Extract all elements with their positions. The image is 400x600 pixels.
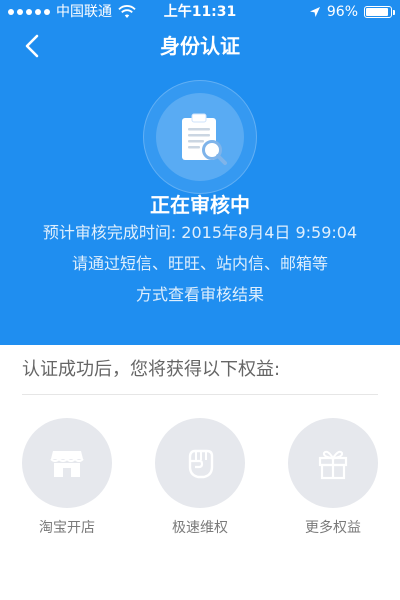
status-right: 96%: [309, 0, 395, 24]
fist-icon: [188, 449, 214, 479]
page: 中国联通 上午11:31 96% 身份认证 正在审核中 预计审核完成时间: 20…: [0, 0, 400, 600]
location-arrow-icon: [309, 7, 320, 17]
gift-icon: [318, 450, 348, 480]
benefit-label: 极速维权: [172, 520, 228, 536]
header-area: 中国联通 上午11:31 96% 身份认证 正在审核中 预计审核完成时间: 20…: [0, 0, 400, 345]
benefit-circle: [22, 418, 112, 508]
benefit-more[interactable]: 更多权益: [278, 418, 388, 548]
benefit-label: 淘宝开店: [39, 520, 95, 536]
benefit-fast-rights[interactable]: 极速维权: [145, 418, 255, 548]
review-illustration: [143, 80, 257, 194]
clipboard-search-icon: [182, 113, 227, 165]
battery-level: [366, 8, 389, 16]
nav-bar: 身份认证: [0, 24, 400, 68]
benefit-circle: [288, 418, 378, 508]
battery-percent: 96%: [326, 4, 358, 20]
benefit-label: 更多权益: [305, 520, 361, 536]
benefits-heading: 认证成功后，您将获得以下权益:: [22, 359, 281, 380]
storefront-icon: [50, 451, 84, 477]
notice-line: 方式查看审核结果: [135, 285, 264, 304]
review-illustration-inner: [156, 93, 244, 181]
page-title: 身份认证: [160, 34, 240, 58]
notice-line: 请通过短信、旺旺、站内信、邮箱等: [71, 254, 328, 273]
status-bar: 中国联通 上午11:31 96%: [0, 0, 400, 24]
benefit-taobao-shop[interactable]: 淘宝开店: [12, 418, 122, 548]
divider: [22, 394, 378, 395]
review-eta: 预计审核完成时间: 2015年8月4日 9:59:04: [42, 223, 358, 242]
battery-icon: [364, 6, 395, 18]
benefit-circle: [155, 418, 245, 508]
review-status: 正在审核中: [150, 193, 250, 217]
